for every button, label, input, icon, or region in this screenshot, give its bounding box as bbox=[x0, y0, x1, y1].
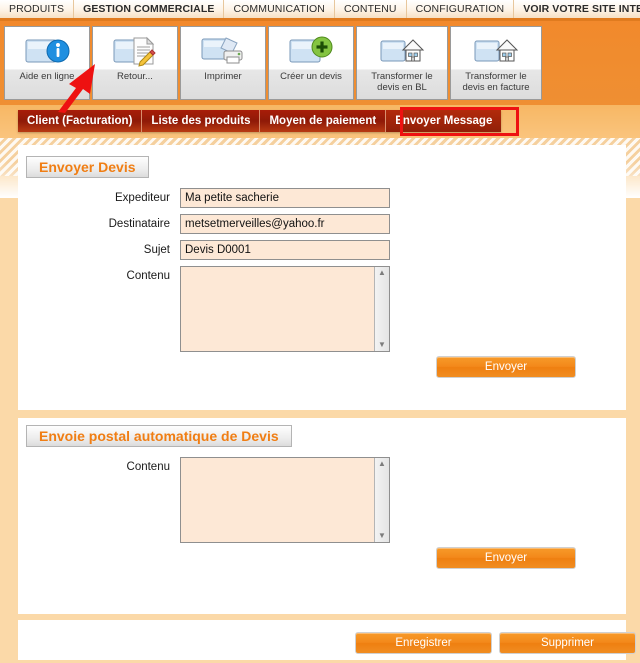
section-title-envoie-postal: Envoie postal automatique de Devis bbox=[26, 425, 292, 447]
save-button[interactable]: Enregistrer bbox=[355, 632, 492, 654]
menu-item-communication[interactable]: COMMUNICATION bbox=[224, 0, 335, 18]
printer-icon bbox=[200, 27, 246, 71]
add-plus-icon bbox=[288, 27, 334, 71]
label-sujet: Sujet bbox=[143, 244, 170, 256]
label-destinataire: Destinataire bbox=[108, 218, 170, 230]
house-icon bbox=[473, 27, 519, 71]
tab-envoyer-message[interactable]: Envoyer Message bbox=[386, 110, 502, 132]
toolbar-button-label: Transformer le devis en facture bbox=[462, 71, 530, 93]
tab-moyen-de-paiement[interactable]: Moyen de paiement bbox=[260, 110, 387, 132]
menu-item-gestion-commerciale[interactable]: GESTION COMMERCIALE bbox=[74, 0, 225, 18]
main-menu-bar: PRODUITS GESTION COMMERCIALE COMMUNICATI… bbox=[0, 0, 640, 18]
application-window: PRODUITS GESTION COMMERCIALE COMMUNICATI… bbox=[0, 0, 640, 663]
textarea-contenu-postal[interactable] bbox=[180, 457, 390, 543]
section-title-envoyer-devis: Envoyer Devis bbox=[26, 156, 149, 178]
field-row-sujet: Sujet bbox=[90, 240, 390, 260]
field-row-expediteur: Expediteur bbox=[90, 188, 390, 208]
menu-item-configuration[interactable]: CONFIGURATION bbox=[407, 0, 515, 18]
label-contenu-postal: Contenu bbox=[126, 461, 170, 473]
field-row-destinataire: Destinataire bbox=[90, 214, 390, 234]
textarea-scrollbar-contenu-postal[interactable]: ▲ ▼ bbox=[374, 458, 389, 542]
input-sujet[interactable] bbox=[180, 240, 390, 260]
menu-item-voir-votre-site-internet[interactable]: VOIR VOTRE SITE INTERNET bbox=[514, 0, 640, 18]
toolbar-button-transformer-devis-en-bl[interactable]: Transformer le devis en BL bbox=[356, 26, 448, 100]
send-button-postal[interactable]: Envoyer bbox=[436, 547, 576, 569]
toolbar-button-creer-un-devis[interactable]: Créer un devis bbox=[268, 26, 354, 100]
textarea-scrollbar-contenu-devis[interactable]: ▲ ▼ bbox=[374, 267, 389, 351]
toolbar-button-label: Transformer le devis en BL bbox=[371, 71, 433, 93]
send-button-devis[interactable]: Envoyer bbox=[436, 356, 576, 378]
toolbar-button-label: Créer un devis bbox=[280, 71, 342, 82]
menu-item-contenu[interactable]: CONTENU bbox=[335, 0, 407, 18]
field-row-contenu-devis: Contenu ▲ ▼ bbox=[90, 266, 390, 352]
label-contenu-devis: Contenu bbox=[126, 270, 170, 282]
input-expediteur[interactable] bbox=[180, 188, 390, 208]
toolbar-button-label: Imprimer bbox=[204, 71, 242, 82]
textarea-wrapper-contenu-postal: ▲ ▼ bbox=[180, 457, 390, 543]
scroll-up-icon[interactable]: ▲ bbox=[378, 458, 386, 470]
textarea-contenu-devis[interactable] bbox=[180, 266, 390, 352]
delete-button[interactable]: Supprimer bbox=[499, 632, 636, 654]
scroll-down-icon[interactable]: ▼ bbox=[378, 339, 386, 351]
house-icon bbox=[379, 27, 425, 71]
tab-liste-des-produits[interactable]: Liste des produits bbox=[142, 110, 261, 132]
field-row-contenu-postal: Contenu ▲ ▼ bbox=[90, 457, 390, 543]
input-destinataire[interactable] bbox=[180, 214, 390, 234]
label-expediteur: Expediteur bbox=[115, 192, 170, 204]
textarea-wrapper-contenu-devis: ▲ ▼ bbox=[180, 266, 390, 352]
scroll-down-icon[interactable]: ▼ bbox=[378, 530, 386, 542]
toolbar-button-transformer-devis-en-facture[interactable]: Transformer le devis en facture bbox=[450, 26, 542, 100]
toolbar-button-imprimer[interactable]: Imprimer bbox=[180, 26, 266, 100]
scroll-up-icon[interactable]: ▲ bbox=[378, 267, 386, 279]
menu-item-produits[interactable]: PRODUITS bbox=[0, 0, 75, 18]
annotation-arrow bbox=[58, 64, 95, 113]
